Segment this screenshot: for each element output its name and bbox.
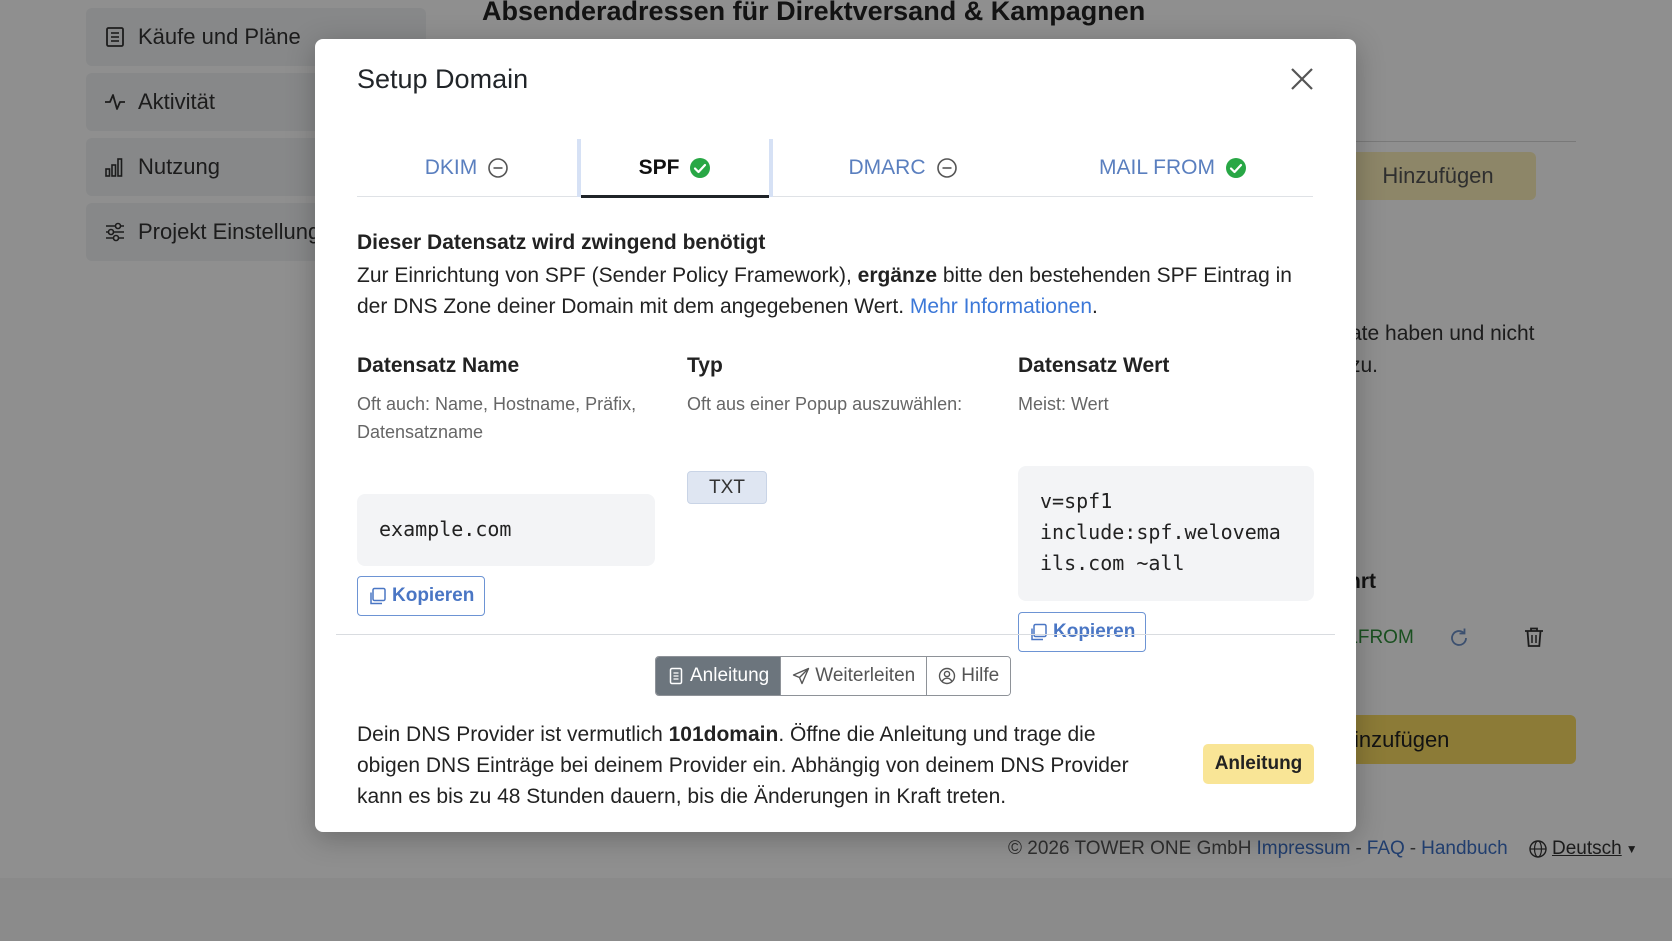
record-type-hint: Oft aus einer Popup auszuwählen: xyxy=(687,394,963,414)
record-tabs: DKIM SPF DMARC MAIL FROM xyxy=(357,139,1313,198)
tab-mail-from[interactable]: MAIL FROM xyxy=(1033,139,1313,197)
segment-weiterleiten[interactable]: Weiterleiten xyxy=(780,657,927,695)
provider-name: 101domain xyxy=(668,723,779,746)
record-value-line: include:spf.welovema xyxy=(1040,520,1281,544)
send-icon xyxy=(792,667,810,685)
record-value-hint: Meist: Wert xyxy=(1018,394,1109,414)
copy-name-button[interactable]: Kopieren xyxy=(357,576,486,616)
tab-label: DKIM xyxy=(424,156,478,179)
copy-icon xyxy=(368,587,387,606)
minus-circle-icon xyxy=(936,157,958,179)
copy-icon xyxy=(1029,623,1048,642)
minus-circle-icon xyxy=(487,157,509,179)
record-value-column: Datensatz Wert Meist: Wert xyxy=(1018,354,1318,418)
document-icon xyxy=(667,667,685,685)
tab-spf[interactable]: SPF xyxy=(577,139,773,198)
record-value-line: v=spf1 xyxy=(1040,489,1113,513)
provider-text: Dein DNS Provider ist vermutlich xyxy=(357,723,669,746)
modal-title: Setup Domain xyxy=(357,64,529,94)
tab-label: MAIL FROM xyxy=(1099,156,1215,179)
record-type-column: Typ Oft aus einer Popup auszuwählen: xyxy=(687,354,987,418)
segment-label: Hilfe xyxy=(961,665,1000,686)
segment-label: Anleitung xyxy=(690,665,770,686)
record-type-header: Typ xyxy=(687,354,723,377)
setup-domain-modal: Setup Domain DKIM SPF DMARC MAIL FROM Di… xyxy=(315,39,1356,832)
tab-label: DMARC xyxy=(848,156,926,179)
check-circle-icon xyxy=(689,157,711,179)
description-text: Zur Einrichtung von SPF (Sender Policy F… xyxy=(357,264,858,287)
record-type-badge: TXT xyxy=(687,471,767,504)
spf-description: Zur Einrichtung von SPF (Sender Policy F… xyxy=(357,260,1317,322)
description-text: . xyxy=(1092,295,1098,318)
copy-label: Kopieren xyxy=(1053,621,1136,642)
record-name-hint: Oft auch: Name, Hostname, Präfix, Datens… xyxy=(357,394,637,442)
tab-label: SPF xyxy=(638,156,680,179)
user-circle-icon xyxy=(938,667,956,685)
segment-hilfe[interactable]: Hilfe xyxy=(926,657,1011,695)
copy-value-button[interactable]: Kopieren xyxy=(1018,612,1147,652)
description-bold: ergänze xyxy=(857,264,938,287)
copy-label: Kopieren xyxy=(392,585,475,606)
record-name-header: Datensatz Name xyxy=(357,354,520,377)
check-circle-icon xyxy=(1225,157,1247,179)
record-value-header: Datensatz Wert xyxy=(1018,354,1170,377)
tab-dmarc[interactable]: DMARC xyxy=(773,139,1033,197)
record-name-text: example.com xyxy=(379,517,512,541)
record-value-value[interactable]: v=spf1 include:spf.welovema ils.com ~all xyxy=(1018,466,1314,601)
record-name-value[interactable]: example.com xyxy=(357,494,655,566)
required-title: Dieser Datensatz wird zwingend benötigt xyxy=(357,231,766,254)
help-segmented-control: Anleitung Weiterleiten Hilfe xyxy=(655,656,1012,696)
segment-label: Weiterleiten xyxy=(815,665,916,686)
segment-anleitung[interactable]: Anleitung xyxy=(656,657,781,695)
guide-button[interactable]: Anleitung xyxy=(1203,744,1314,784)
record-name-column: Datensatz Name Oft auch: Name, Hostname,… xyxy=(357,354,657,446)
close-button[interactable] xyxy=(1287,64,1317,94)
record-value-line: ils.com ~all xyxy=(1040,551,1185,575)
divider xyxy=(336,634,1335,635)
close-icon xyxy=(1291,68,1313,90)
provider-info: Dein DNS Provider ist vermutlich 101doma… xyxy=(357,719,1157,812)
tab-dkim[interactable]: DKIM xyxy=(357,139,577,197)
more-info-link[interactable]: Mehr Informationen xyxy=(910,295,1092,318)
